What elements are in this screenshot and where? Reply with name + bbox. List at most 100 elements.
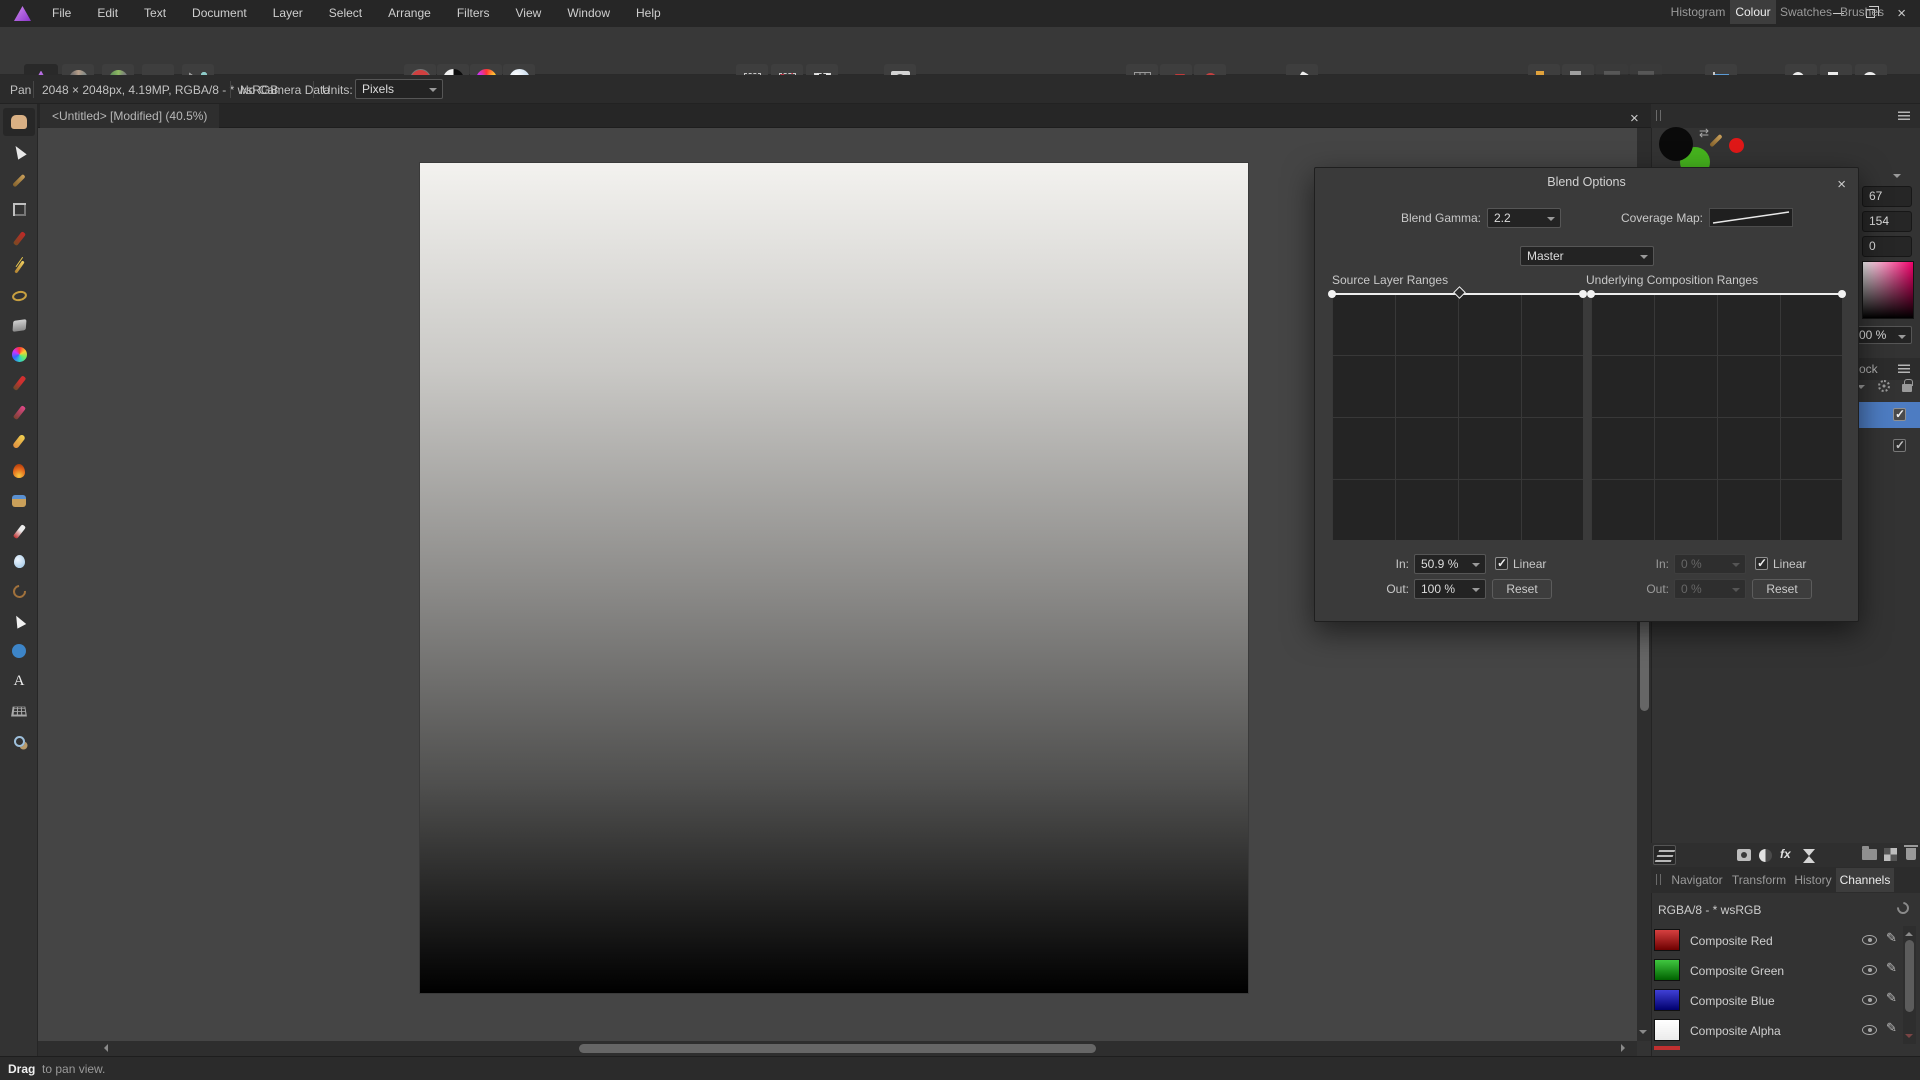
colour-picker-tool[interactable]: [3, 166, 35, 194]
source-in-dropdown[interactable]: 50.9 %: [1414, 554, 1486, 574]
edit-pencil-icon[interactable]: [1886, 960, 1897, 976]
move-tool[interactable]: [3, 137, 35, 165]
flood-fill-tool[interactable]: [3, 311, 35, 339]
scroll-right-icon[interactable]: [1621, 1044, 1629, 1052]
text-tool[interactable]: [3, 667, 35, 695]
horizontal-scrollbar-thumb[interactable]: [579, 1044, 1096, 1053]
panel-menu-icon[interactable]: [1898, 111, 1910, 120]
colour-model-dropdown[interactable]: [1893, 171, 1901, 185]
trash-icon[interactable]: [1906, 848, 1916, 860]
close-document-icon[interactable]: [1630, 112, 1639, 126]
menu-arrange[interactable]: Arrange: [375, 0, 444, 27]
flood-select-tool[interactable]: [3, 253, 35, 281]
tab-colour[interactable]: Colour: [1730, 0, 1776, 24]
new-pattern-icon[interactable]: [1884, 848, 1897, 861]
tab-transform[interactable]: Transform: [1728, 868, 1790, 892]
source-range-node[interactable]: [1453, 286, 1466, 299]
tab-brushes[interactable]: Brushes: [1836, 0, 1888, 24]
underlying-ranges-graph[interactable]: [1591, 293, 1842, 541]
blend-options-gear-icon[interactable]: [1878, 380, 1890, 392]
source-node-left[interactable]: [1328, 290, 1336, 298]
gradient-tool[interactable]: [3, 340, 35, 368]
green-value-field[interactable]: 154: [1862, 211, 1912, 232]
selection-brush-tool[interactable]: [3, 224, 35, 252]
paint-brush-tool[interactable]: [3, 369, 35, 397]
panel-drag-handle[interactable]: [1656, 874, 1661, 885]
swap-colours-icon[interactable]: [1699, 126, 1709, 140]
mask-layer-icon[interactable]: [1737, 849, 1751, 861]
document-canvas[interactable]: [420, 163, 1248, 993]
blue-value-field[interactable]: 0: [1862, 236, 1912, 257]
source-node-right[interactable]: [1579, 290, 1587, 298]
menu-view[interactable]: View: [503, 0, 555, 27]
colour-replacement-brush-tool[interactable]: [3, 398, 35, 426]
burn-brush-tool[interactable]: [3, 457, 35, 485]
menu-document[interactable]: Document: [179, 0, 260, 27]
source-reset-button[interactable]: Reset: [1492, 579, 1552, 599]
menu-text[interactable]: Text: [131, 0, 179, 27]
shape-tool[interactable]: [3, 637, 35, 665]
edit-pencil-icon[interactable]: [1886, 990, 1897, 1006]
foreground-colour-swatch[interactable]: [1659, 127, 1693, 161]
panel-drag-handle[interactable]: [1656, 110, 1661, 121]
view-tool[interactable]: [3, 108, 35, 136]
channels-scrollbar-thumb[interactable]: [1905, 940, 1914, 1012]
coverage-map-thumbnail[interactable]: [1709, 208, 1793, 227]
underlying-out-dropdown[interactable]: 0 %: [1674, 579, 1746, 599]
blend-gamma-dropdown[interactable]: 2.2: [1487, 208, 1561, 228]
scroll-down-icon[interactable]: [1905, 1034, 1913, 1042]
live-filter-icon[interactable]: [1803, 849, 1815, 856]
clone-brush-tool[interactable]: [3, 577, 35, 605]
colour-square[interactable]: [1862, 261, 1914, 319]
underlying-node-left[interactable]: [1587, 290, 1595, 298]
adjustment-layer-icon[interactable]: [1759, 849, 1772, 862]
menu-edit[interactable]: Edit: [84, 0, 131, 27]
scroll-down-icon[interactable]: [1639, 1030, 1647, 1038]
layer-visibility-checkbox[interactable]: [1893, 408, 1906, 421]
mesh-warp-tool[interactable]: [3, 697, 35, 725]
units-dropdown[interactable]: Pixels: [355, 79, 443, 99]
smudge-tool[interactable]: [3, 517, 35, 545]
layers-stack-button[interactable]: [1653, 845, 1676, 865]
group-folder-icon[interactable]: [1862, 849, 1877, 860]
underlying-linear-checkbox[interactable]: [1755, 557, 1768, 570]
crop-tool[interactable]: [3, 195, 35, 223]
source-ranges-graph[interactable]: [1332, 293, 1583, 541]
red-value-field[interactable]: 67: [1862, 186, 1912, 207]
layer-effects-icon[interactable]: [1780, 847, 1791, 861]
menu-layer[interactable]: Layer: [260, 0, 316, 27]
dodge-brush-tool[interactable]: [3, 487, 35, 515]
tab-history[interactable]: History: [1790, 868, 1836, 892]
close-window-icon[interactable]: [1897, 7, 1906, 21]
source-linear-checkbox[interactable]: [1495, 557, 1508, 570]
eye-icon[interactable]: [1862, 965, 1877, 975]
edit-pencil-icon[interactable]: [1886, 1020, 1897, 1036]
layer-select-dropdown[interactable]: Master: [1520, 246, 1654, 266]
recent-colour-swatch[interactable]: [1729, 138, 1744, 153]
node-tool[interactable]: [3, 607, 35, 635]
horizontal-scrollbar[interactable]: [38, 1041, 1637, 1056]
blur-tool[interactable]: [3, 547, 35, 575]
menu-select[interactable]: Select: [316, 0, 375, 27]
source-out-dropdown[interactable]: 100 %: [1414, 579, 1486, 599]
menu-help[interactable]: Help: [623, 0, 674, 27]
tab-histogram[interactable]: Histogram: [1666, 0, 1730, 24]
layers-panel-menu-icon[interactable]: [1898, 364, 1910, 373]
opacity-dropdown[interactable]: 00 %: [1852, 326, 1912, 344]
lasso-tool[interactable]: [3, 282, 35, 310]
eye-icon[interactable]: [1862, 1025, 1877, 1035]
tab-stock-partial[interactable]: ock: [1859, 362, 1878, 376]
document-tab[interactable]: <Untitled> [Modified] (40.5%): [40, 104, 219, 128]
scroll-up-icon[interactable]: [1905, 928, 1913, 936]
tab-channels[interactable]: Channels: [1836, 868, 1894, 892]
underlying-in-dropdown[interactable]: 0 %: [1674, 554, 1746, 574]
lock-icon[interactable]: [1902, 384, 1912, 392]
eye-icon[interactable]: [1862, 935, 1877, 945]
zoom-tool[interactable]: [3, 727, 35, 755]
menu-file[interactable]: File: [39, 0, 84, 27]
channels-scrollbar[interactable]: [1903, 926, 1916, 1044]
eye-icon[interactable]: [1862, 995, 1877, 1005]
close-dialog-icon[interactable]: [1837, 178, 1846, 192]
tab-swatches[interactable]: Swatches: [1776, 0, 1836, 24]
tab-navigator[interactable]: Navigator: [1666, 868, 1728, 892]
